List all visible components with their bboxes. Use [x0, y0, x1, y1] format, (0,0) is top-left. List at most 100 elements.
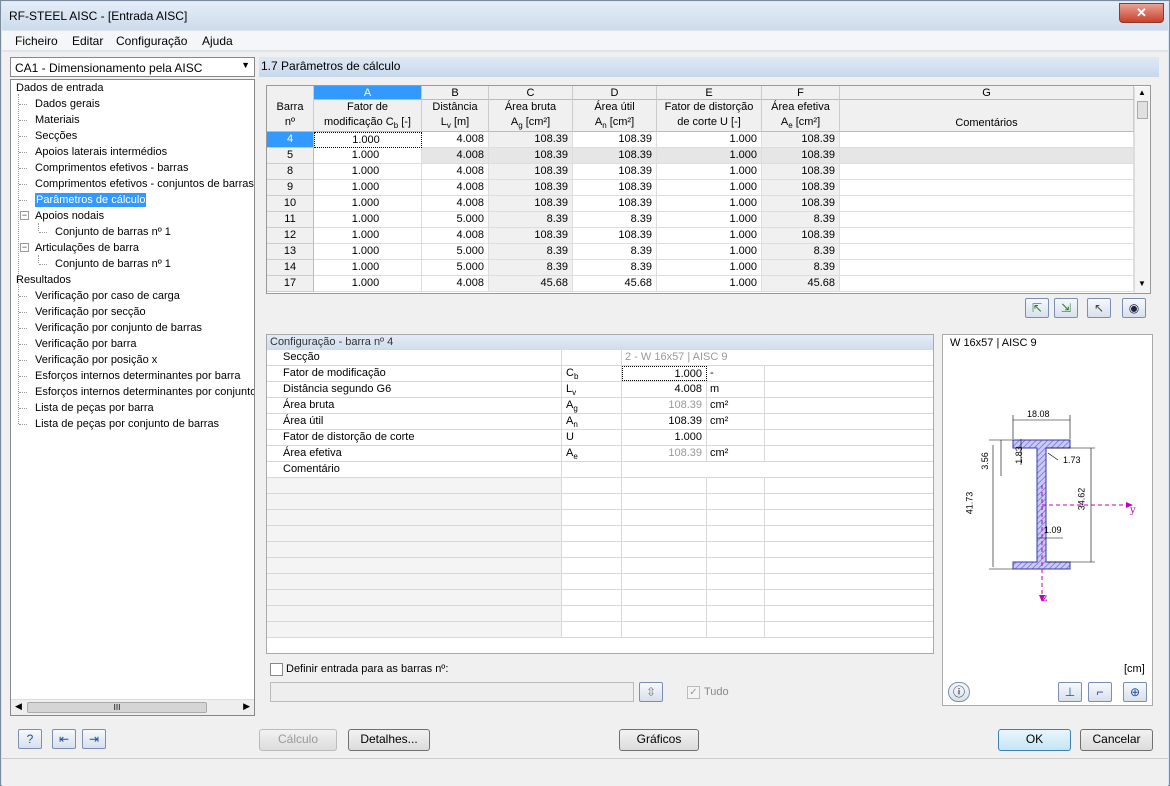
axes-icon[interactable]: ⌐: [1088, 682, 1112, 702]
row-number[interactable]: 5: [267, 148, 314, 164]
table-cell-g[interactable]: [840, 164, 1134, 180]
table-cell-d[interactable]: 108.39: [573, 228, 657, 244]
tree-item[interactable]: Verificação por posição x: [35, 353, 157, 367]
table-cell-e[interactable]: 1.000: [657, 228, 762, 244]
config-value[interactable]: 108.39: [622, 446, 707, 461]
table-cell-e[interactable]: 1.000: [657, 148, 762, 164]
table-cell-a[interactable]: 1.000: [314, 148, 422, 164]
tree-root-results[interactable]: Resultados: [16, 273, 71, 287]
table-cell-b[interactable]: 4.008: [422, 164, 489, 180]
import-icon[interactable]: ⇥: [82, 729, 106, 749]
table-cell-c[interactable]: 45.68: [489, 276, 573, 292]
table-cell-b[interactable]: 5.000: [422, 212, 489, 228]
table-cell-g[interactable]: [840, 228, 1134, 244]
table-cell-d[interactable]: 108.39: [573, 148, 657, 164]
all-checkbox[interactable]: ✓: [687, 686, 700, 699]
tree-item[interactable]: Comprimentos efetivos - conjuntos de bar…: [35, 177, 254, 191]
table-cell-a[interactable]: 1.000: [314, 164, 422, 180]
table-cell-b[interactable]: 5.000: [422, 244, 489, 260]
tree-root-input[interactable]: Dados de entrada: [16, 81, 103, 95]
table-cell-f[interactable]: 8.39: [762, 260, 840, 276]
define-for-bars-checkbox[interactable]: [270, 663, 283, 676]
table-cell-b[interactable]: 4.008: [422, 132, 489, 148]
tree-item[interactable]: Conjunto de barras nº 1: [55, 257, 171, 271]
table-cell-e[interactable]: 1.000: [657, 260, 762, 276]
row-number[interactable]: 13: [267, 244, 314, 260]
table-cell-f[interactable]: 108.39: [762, 164, 840, 180]
scroll-right-icon[interactable]: ▶: [243, 701, 250, 712]
table-cell-g[interactable]: [840, 148, 1134, 164]
table-cell-g[interactable]: [840, 196, 1134, 212]
help-icon[interactable]: ?: [18, 729, 42, 749]
menu-ajuda[interactable]: Ajuda: [202, 34, 233, 48]
scroll-up-icon[interactable]: ▲: [1138, 88, 1146, 97]
table-cell-c[interactable]: 108.39: [489, 132, 573, 148]
table-cell-c[interactable]: 108.39: [489, 228, 573, 244]
col-letter-e[interactable]: E: [657, 86, 762, 100]
table-cell-c[interactable]: 8.39: [489, 212, 573, 228]
config-value[interactable]: 1.000: [622, 430, 707, 445]
col-letter-c[interactable]: C: [489, 86, 573, 100]
table-cell-a[interactable]: 1.000: [314, 244, 422, 260]
table-cell-d[interactable]: 108.39: [573, 196, 657, 212]
tree-item-selected[interactable]: Parâmetros de cálculo: [35, 193, 147, 207]
table-cell-e[interactable]: 1.000: [657, 196, 762, 212]
table-cell-f[interactable]: 45.68: [762, 276, 840, 292]
collapse-icon[interactable]: −: [20, 243, 29, 252]
tree-item[interactable]: Materiais: [35, 113, 80, 127]
table-cell-e[interactable]: 1.000: [657, 164, 762, 180]
details-button[interactable]: Detalhes...: [348, 729, 430, 751]
table-cell-a[interactable]: 1.000: [314, 132, 422, 148]
tree-item[interactable]: Esforços internos determinantes por conj…: [35, 385, 254, 399]
config-value[interactable]: 1.000: [622, 366, 707, 381]
col-letter-g[interactable]: G: [840, 86, 1134, 100]
close-button[interactable]: ✕: [1119, 3, 1164, 23]
table-vertical-scrollbar[interactable]: ▲ ▼: [1134, 87, 1150, 293]
table-cell-e[interactable]: 1.000: [657, 276, 762, 292]
tree-item[interactable]: Verificação por barra: [35, 337, 137, 351]
tree-item[interactable]: Conjunto de barras nº 1: [55, 225, 171, 239]
table-cell-c[interactable]: 108.39: [489, 180, 573, 196]
tree-item[interactable]: Apoios laterais intermédios: [35, 145, 167, 159]
table-cell-d[interactable]: 8.39: [573, 260, 657, 276]
table-cell-c[interactable]: 108.39: [489, 196, 573, 212]
table-cell-c[interactable]: 8.39: [489, 244, 573, 260]
excel-export-icon[interactable]: ⇱: [1025, 298, 1049, 318]
table-cell-e[interactable]: 1.000: [657, 180, 762, 196]
table-cell-a[interactable]: 1.000: [314, 276, 422, 292]
tree-item[interactable]: Secções: [35, 129, 77, 143]
table-cell-b[interactable]: 4.008: [422, 196, 489, 212]
tree-item[interactable]: Dados gerais: [35, 97, 100, 111]
calc-button[interactable]: Cálculo: [259, 729, 337, 751]
tree-item[interactable]: Esforços internos determinantes por barr…: [35, 369, 240, 383]
table-cell-c[interactable]: 108.39: [489, 148, 573, 164]
row-number[interactable]: 8: [267, 164, 314, 180]
excel-import-icon[interactable]: ⇲: [1054, 298, 1078, 318]
table-cell-d[interactable]: 108.39: [573, 132, 657, 148]
table-cell-e[interactable]: 1.000: [657, 244, 762, 260]
tree-item[interactable]: Apoios nodais: [35, 209, 104, 223]
menu-configuracao[interactable]: Configuração: [116, 34, 187, 48]
table-cell-f[interactable]: 108.39: [762, 196, 840, 212]
zoom-icon[interactable]: ⊕: [1123, 682, 1147, 702]
dimension-icon[interactable]: ⊥: [1058, 682, 1082, 702]
scroll-thumb[interactable]: III: [27, 702, 207, 713]
config-value[interactable]: 108.39: [622, 414, 707, 429]
tree-item[interactable]: Lista de peças por barra: [35, 401, 154, 415]
table-cell-b[interactable]: 4.008: [422, 180, 489, 196]
config-value[interactable]: 108.39: [622, 398, 707, 413]
table-cell-b[interactable]: 5.000: [422, 260, 489, 276]
col-letter-b[interactable]: B: [422, 86, 489, 100]
table-cell-d[interactable]: 108.39: [573, 164, 657, 180]
table-cell-a[interactable]: 1.000: [314, 228, 422, 244]
case-select[interactable]: CA1 - Dimensionamento pela AISC ▼: [10, 57, 255, 77]
table-cell-a[interactable]: 1.000: [314, 196, 422, 212]
collapse-icon[interactable]: −: [20, 211, 29, 220]
tree-item[interactable]: Articulações de barra: [35, 241, 139, 255]
table-cell-g[interactable]: [840, 260, 1134, 276]
table-cell-c[interactable]: 8.39: [489, 260, 573, 276]
table-cell-a[interactable]: 1.000: [314, 212, 422, 228]
table-cell-c[interactable]: 108.39: [489, 164, 573, 180]
info-icon[interactable]: ⓘ: [948, 682, 970, 702]
table-cell-e[interactable]: 1.000: [657, 132, 762, 148]
